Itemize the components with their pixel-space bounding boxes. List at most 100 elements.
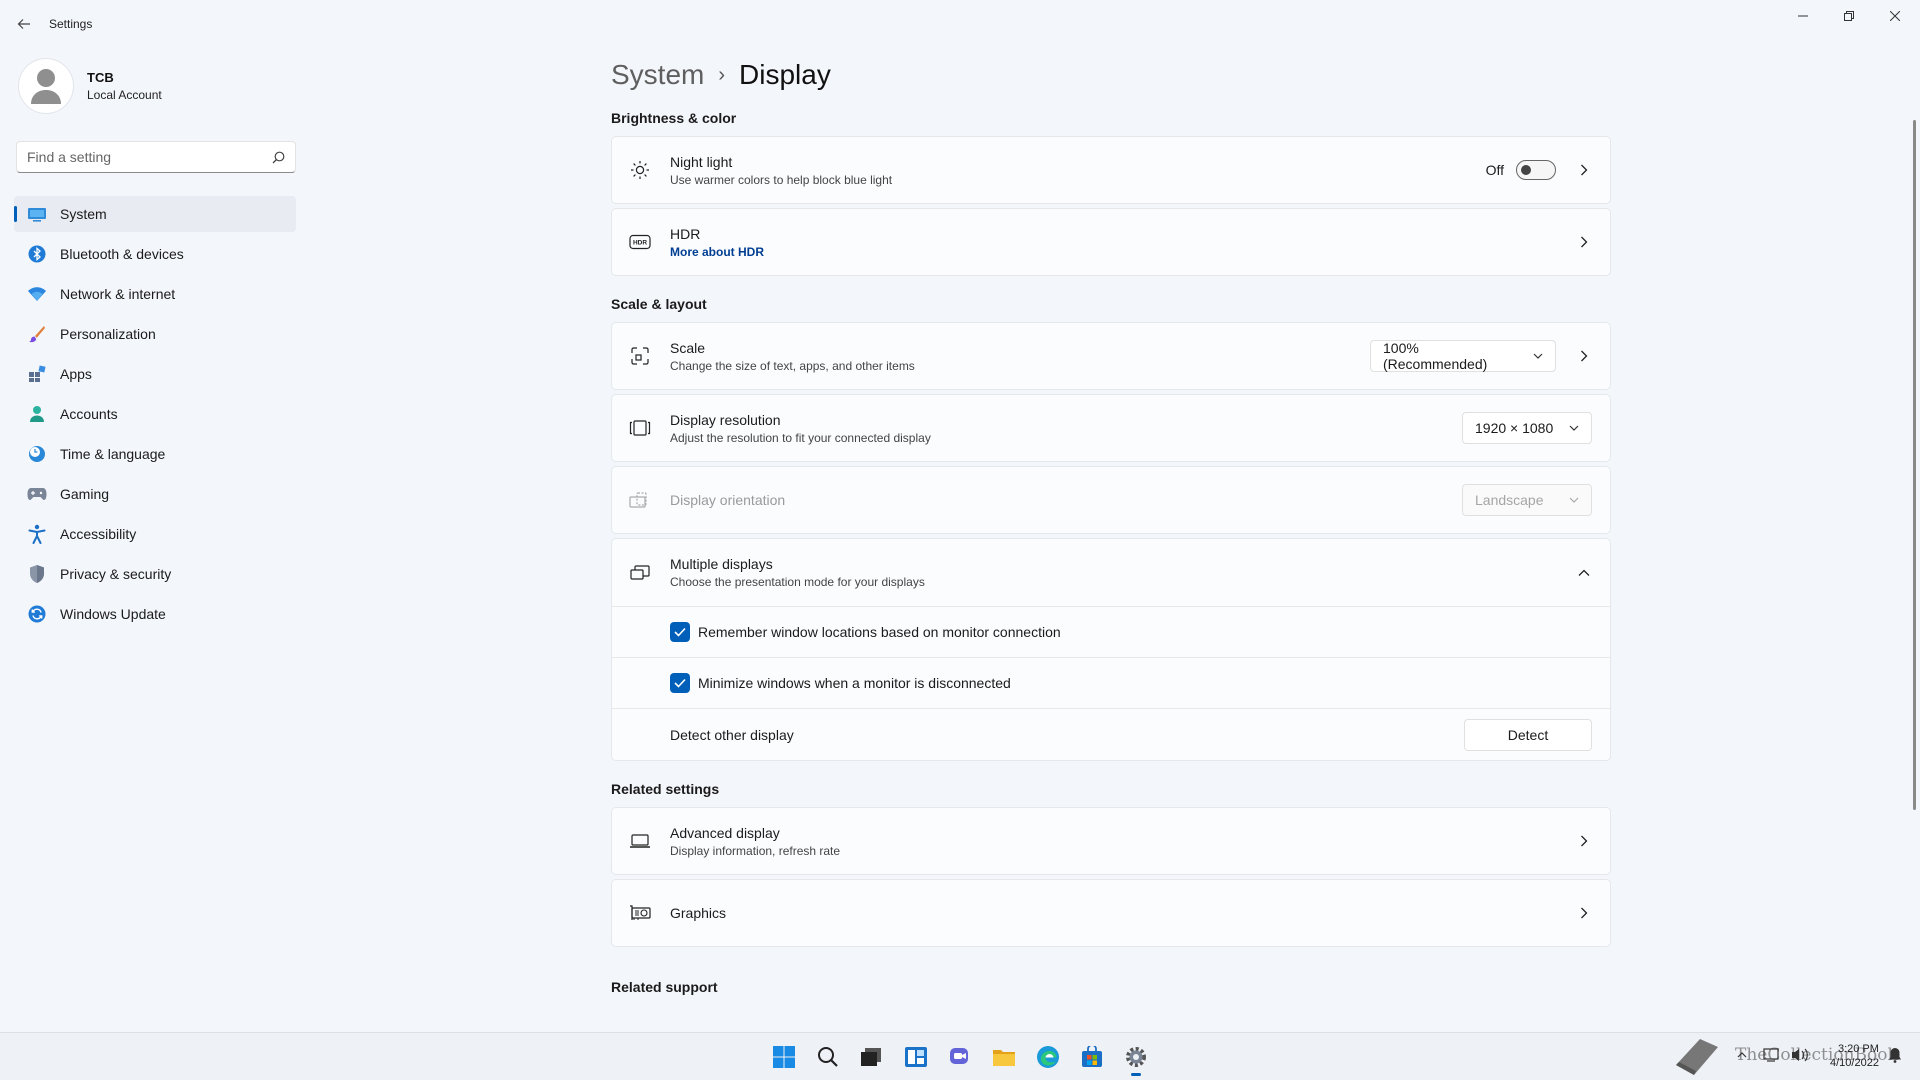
- minimize-windows-label[interactable]: Minimize windows when a monitor is disco…: [698, 675, 1011, 691]
- brightness-icon: [628, 158, 652, 182]
- search-input[interactable]: [27, 149, 272, 165]
- apps-icon: [26, 363, 48, 385]
- night-light-toggle[interactable]: [1516, 160, 1556, 180]
- night-light-card[interactable]: Night light Use warmer colors to help bl…: [611, 136, 1611, 204]
- night-light-title: Night light: [670, 153, 733, 170]
- edge-button[interactable]: [1032, 1041, 1064, 1073]
- sidebar-item-label: Bluetooth & devices: [60, 246, 184, 262]
- back-button[interactable]: [14, 12, 34, 36]
- notifications-button[interactable]: [1880, 1043, 1910, 1067]
- minimize-icon: [1798, 15, 1808, 17]
- chat-icon: [950, 1048, 968, 1064]
- tray-status-icons[interactable]: [1760, 1043, 1820, 1067]
- chevron-right-icon[interactable]: [1576, 835, 1592, 847]
- start-icon: [773, 1046, 795, 1068]
- orientation-value: Landscape: [1475, 492, 1544, 508]
- graphics-card[interactable]: Graphics: [611, 879, 1611, 947]
- clock-date: 4/10/2022: [1830, 1057, 1879, 1069]
- detect-display-label: Detect other display: [670, 726, 794, 743]
- search-icon: [818, 1047, 838, 1067]
- back-arrow-icon: [17, 19, 30, 29]
- settings-taskbar-button[interactable]: [1120, 1041, 1152, 1076]
- clock-globe-icon: [26, 443, 48, 465]
- user-profile[interactable]: TCB Local Account: [18, 58, 162, 114]
- multiple-displays-header[interactable]: Multiple displays Choose the presentatio…: [612, 539, 1610, 607]
- store-button[interactable]: [1076, 1041, 1108, 1073]
- taskbar: TheCollectionBook 3:20 PM 4/10/2022: [0, 1032, 1920, 1080]
- orientation-title: Display orientation: [670, 492, 786, 508]
- search-box[interactable]: [16, 141, 296, 173]
- sidebar-item-personalization[interactable]: Personalization: [14, 316, 296, 352]
- sidebar-item-bluetooth[interactable]: Bluetooth & devices: [14, 236, 296, 272]
- multiple-displays-subtitle: Choose the presentation mode for your di…: [670, 575, 925, 589]
- edge-icon: [1037, 1046, 1059, 1068]
- chevron-up-icon[interactable]: [1576, 569, 1592, 577]
- chat-button[interactable]: [944, 1041, 976, 1073]
- orientation-dropdown[interactable]: Landscape: [1462, 484, 1592, 516]
- task-view-button[interactable]: [855, 1041, 887, 1073]
- network-volume-icon: [1763, 1048, 1808, 1062]
- sidebar-item-windows-update[interactable]: Windows Update: [14, 596, 296, 632]
- watermark-book-logo: [1668, 1035, 1724, 1079]
- search-icon: [272, 151, 285, 163]
- notification-bell-icon: [1889, 1048, 1901, 1063]
- sidebar-item-apps[interactable]: Apps: [14, 356, 296, 392]
- sidebar-item-label: Windows Update: [60, 606, 166, 622]
- chevron-up-icon: [1737, 1052, 1747, 1058]
- svg-text:HDR: HDR: [633, 240, 647, 247]
- sidebar-item-label: Network & internet: [60, 286, 176, 302]
- scale-icon: [628, 344, 652, 368]
- detect-button[interactable]: Detect: [1464, 718, 1592, 751]
- taskbar-search-button[interactable]: [812, 1041, 844, 1073]
- file-explorer-button[interactable]: [988, 1041, 1020, 1073]
- section-title-related-support: Related support: [611, 979, 718, 995]
- sidebar-item-accessibility[interactable]: Accessibility: [14, 516, 296, 552]
- sidebar-item-privacy[interactable]: Privacy & security: [14, 556, 296, 592]
- restore-icon: [1844, 11, 1854, 21]
- advanced-display-card[interactable]: Advanced display Display information, re…: [611, 807, 1611, 875]
- start-button[interactable]: [768, 1041, 800, 1073]
- show-hidden-icons-button[interactable]: [1732, 1043, 1752, 1067]
- sidebar-item-label: Gaming: [60, 486, 110, 502]
- chevron-right-icon[interactable]: [1576, 907, 1592, 919]
- vertical-scrollbar[interactable]: [1913, 120, 1916, 810]
- chevron-right-icon[interactable]: [1576, 164, 1592, 176]
- resolution-subtitle: Adjust the resolution to fit your connec…: [670, 430, 931, 445]
- sidebar-item-network[interactable]: Network & internet: [14, 276, 296, 312]
- resolution-value: 1920 × 1080: [1475, 420, 1554, 436]
- sidebar-item-system[interactable]: System: [14, 196, 296, 232]
- restore-button[interactable]: [1826, 0, 1872, 32]
- chevron-right-icon[interactable]: [1576, 236, 1592, 248]
- avatar: [18, 58, 74, 114]
- system-icon: [26, 203, 48, 225]
- minimize-windows-checkbox[interactable]: [670, 673, 690, 693]
- task-view-icon: [861, 1048, 881, 1066]
- chevron-down-icon: [1569, 497, 1579, 503]
- night-light-state-label: Off: [1485, 162, 1504, 178]
- chevron-right-icon[interactable]: [1576, 350, 1592, 362]
- sidebar-item-gaming[interactable]: Gaming: [14, 476, 296, 512]
- clock[interactable]: 3:20 PM 4/10/2022: [1830, 1042, 1879, 1070]
- sidebar-item-time-language[interactable]: Time & language: [14, 436, 296, 472]
- scale-title: Scale: [670, 339, 706, 356]
- scale-dropdown[interactable]: 100% (Recommended): [1370, 340, 1556, 372]
- title-bar: Settings: [0, 0, 1920, 48]
- scale-card[interactable]: Scale Change the size of text, apps, and…: [611, 322, 1611, 390]
- sidebar-item-accounts[interactable]: Accounts: [14, 396, 296, 432]
- breadcrumb-parent-system[interactable]: System: [611, 59, 704, 91]
- remember-locations-label[interactable]: Remember window locations based on monit…: [698, 624, 1061, 640]
- detect-display-row: Detect other display Detect: [612, 709, 1610, 760]
- widgets-button[interactable]: [900, 1041, 932, 1073]
- section-title-related-settings: Related settings: [611, 781, 720, 797]
- remember-locations-checkbox[interactable]: [670, 622, 690, 642]
- file-explorer-icon: [993, 1050, 1015, 1066]
- sidebar-item-label: Apps: [60, 366, 92, 382]
- graphics-card-icon: [628, 901, 652, 925]
- close-button[interactable]: [1872, 0, 1918, 32]
- bluetooth-icon: [26, 243, 48, 265]
- graphics-title: Graphics: [670, 905, 727, 921]
- minimize-button[interactable]: [1780, 0, 1826, 32]
- resolution-dropdown[interactable]: 1920 × 1080: [1462, 412, 1592, 444]
- hdr-more-link[interactable]: More about HDR: [670, 245, 764, 259]
- hdr-card[interactable]: HDR HDR More about HDR: [611, 208, 1611, 276]
